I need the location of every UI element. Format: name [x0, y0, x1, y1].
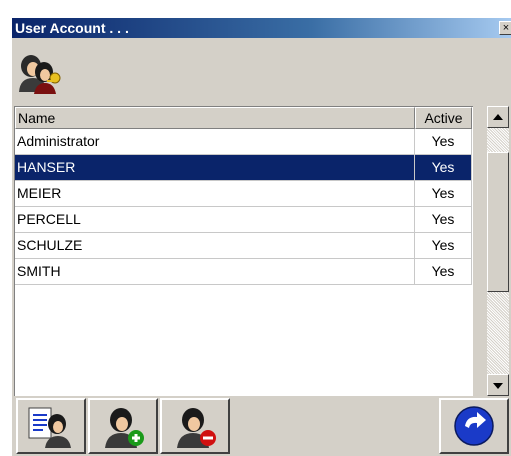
remove-user-icon	[177, 408, 216, 448]
table-row[interactable]: Administrator Yes	[15, 129, 474, 155]
cell-name: SCHULZE	[15, 233, 415, 259]
cell-name: HANSER	[15, 155, 415, 181]
scroll-down-button[interactable]	[487, 374, 509, 396]
back-button[interactable]	[439, 398, 509, 454]
cell-active: Yes	[415, 181, 472, 207]
cell-active: Yes	[415, 129, 472, 155]
window-title: User Account . . .	[15, 20, 129, 36]
users-key-icon	[19, 55, 61, 94]
add-user-button[interactable]	[88, 398, 158, 454]
cell-name: Administrator	[15, 129, 415, 155]
cell-name: PERCELL	[15, 207, 415, 233]
table-row[interactable]: SMITH Yes	[15, 259, 474, 285]
cell-active: Yes	[415, 207, 472, 233]
cell-name: MEIER	[15, 181, 415, 207]
cell-name: SMITH	[15, 259, 415, 285]
arrow-up-icon	[493, 114, 503, 120]
close-button[interactable]: ×	[499, 21, 511, 35]
title-bar[interactable]: User Account . . . ×	[12, 18, 511, 38]
add-user-icon	[105, 408, 144, 448]
table-row[interactable]: SCHULZE Yes	[15, 233, 474, 259]
cell-active: Yes	[415, 233, 472, 259]
user-account-window: User Account . . . × Name Active Adminis…	[12, 18, 511, 456]
table-row-selected[interactable]: HANSER Yes	[15, 155, 474, 181]
user-table: Name Active Administrator Yes HANSER Yes…	[14, 106, 473, 396]
user-properties-button[interactable]	[16, 398, 86, 454]
column-header-name[interactable]: Name	[15, 107, 415, 129]
table-row[interactable]: PERCELL Yes	[15, 207, 474, 233]
scroll-up-button[interactable]	[487, 106, 509, 128]
arrow-down-icon	[493, 383, 503, 389]
column-header-active[interactable]: Active	[415, 107, 472, 129]
back-arrow-icon	[454, 406, 494, 446]
cell-active: Yes	[415, 259, 472, 285]
table-row[interactable]: MEIER Yes	[15, 181, 474, 207]
vertical-scrollbar[interactable]	[487, 106, 509, 396]
user-properties-icon	[28, 407, 71, 448]
table-header: Name Active	[15, 107, 474, 129]
scroll-thumb[interactable]	[487, 152, 509, 292]
cell-active: Yes	[415, 155, 472, 181]
remove-user-button[interactable]	[160, 398, 230, 454]
